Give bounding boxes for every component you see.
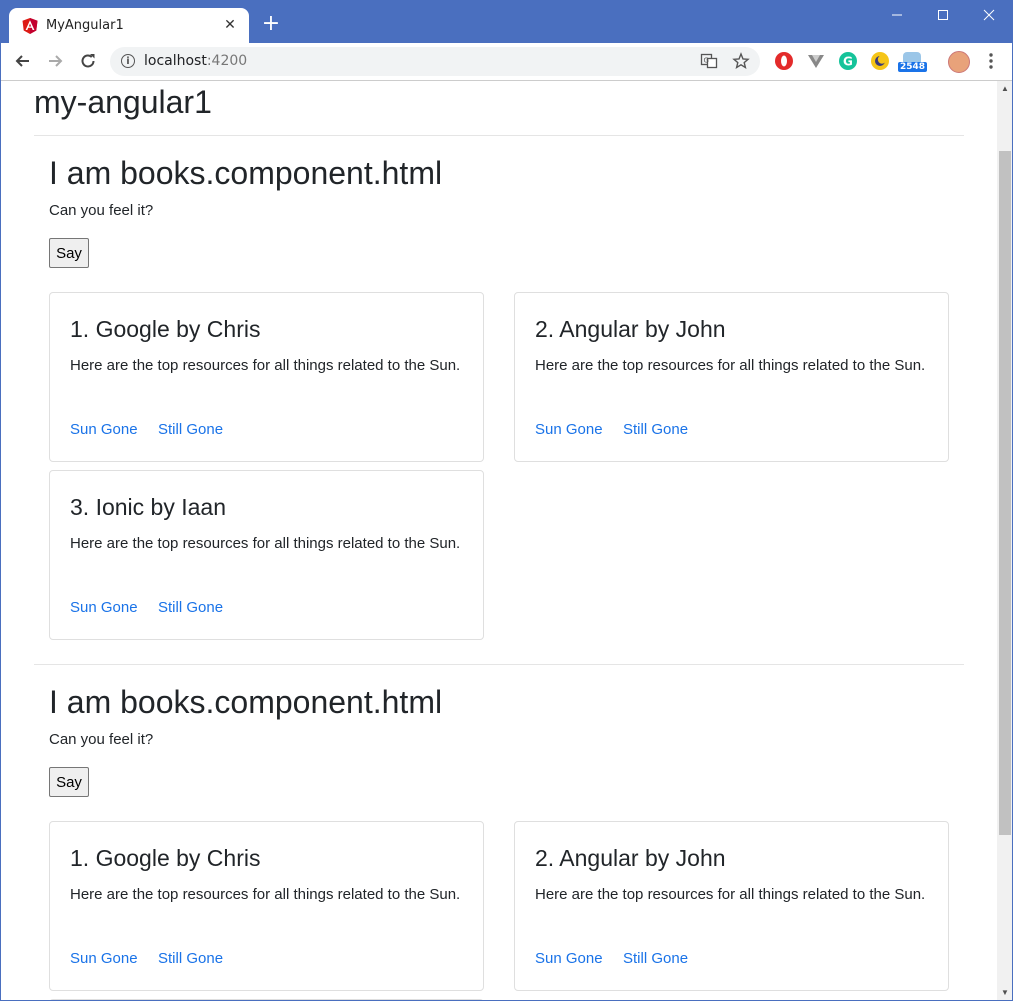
back-arrow-icon — [15, 55, 29, 67]
info-icon[interactable]: i — [121, 54, 135, 68]
book-card: 3. Ionic by Iaan Here are the top resour… — [49, 470, 484, 640]
book-card: 1. Google by Chris Here are the top reso… — [49, 292, 484, 462]
section-title: I am books.component.html — [49, 155, 443, 191]
card-text: Here are the top resources for all thing… — [70, 535, 461, 552]
book-card: 2. Angular by John Here are the top reso… — [514, 821, 949, 991]
sun-gone-link[interactable]: Sun Gone — [70, 949, 138, 969]
still-gone-link[interactable]: Still Gone — [158, 598, 223, 618]
svg-text:G: G — [843, 55, 853, 69]
section-subtitle: Can you feel it? — [49, 202, 154, 219]
sun-gone-link[interactable]: Sun Gone — [70, 420, 138, 440]
page-title: my-angular1 — [34, 84, 212, 120]
extension-badge: 2548 — [898, 62, 928, 72]
minimize-button[interactable] — [874, 0, 920, 30]
say-button[interactable]: Say — [49, 767, 89, 797]
window-close-button[interactable] — [966, 0, 1012, 30]
still-gone-link[interactable]: Still Gone — [158, 420, 223, 440]
still-gone-link[interactable]: Still Gone — [623, 949, 688, 969]
grammarly-extension-icon[interactable]: G — [839, 52, 857, 70]
reload-button[interactable] — [77, 50, 99, 72]
scrollbar-thumb[interactable] — [999, 151, 1011, 835]
maximize-button[interactable] — [920, 0, 966, 30]
title-bar: MyAngular1 ✕ + — [1, 0, 1012, 43]
divider — [34, 664, 964, 665]
new-tab-button[interactable]: + — [260, 13, 282, 35]
page-viewport: my-angular1 I am books.component.html Ca… — [1, 81, 997, 1000]
sun-gone-link[interactable]: Sun Gone — [535, 949, 603, 969]
say-button[interactable]: Say — [49, 238, 89, 268]
back-button[interactable] — [12, 50, 34, 72]
translate-icon[interactable]: G — [700, 52, 718, 70]
section-title: I am books.component.html — [49, 684, 443, 720]
kebab-menu-icon[interactable] — [983, 50, 999, 72]
opera-extension-icon[interactable] — [775, 52, 793, 70]
card-title: 1. Google by Chris — [70, 316, 261, 342]
scroll-down-icon[interactable]: ▼ — [997, 985, 1012, 1000]
card-text: Here are the top resources for all thing… — [535, 886, 926, 903]
moon-extension-icon[interactable] — [871, 52, 889, 70]
card-text: Here are the top resources for all thing… — [535, 357, 926, 374]
sun-gone-link[interactable]: Sun Gone — [70, 598, 138, 618]
reload-icon — [81, 54, 95, 68]
book-card: 1. Google by Chris Here are the top reso… — [49, 821, 484, 991]
window-close-icon — [983, 9, 995, 21]
minimize-icon — [892, 14, 902, 16]
maximize-icon — [938, 10, 948, 20]
scrollbar[interactable]: ▲ ▼ — [997, 81, 1012, 1000]
avatar[interactable] — [948, 51, 970, 73]
section-subtitle: Can you feel it? — [49, 731, 154, 748]
svg-text:G: G — [704, 57, 709, 65]
close-icon[interactable]: ✕ — [221, 16, 239, 34]
book-card: 2. Angular by John Here are the top reso… — [514, 292, 949, 462]
scroll-up-icon[interactable]: ▲ — [997, 81, 1012, 97]
browser-tab[interactable]: MyAngular1 ✕ — [9, 8, 249, 43]
address-bar[interactable]: i localhost:4200 G — [110, 47, 760, 76]
tab-title: MyAngular1 — [46, 18, 124, 33]
still-gone-link[interactable]: Still Gone — [623, 420, 688, 440]
url-text[interactable]: localhost:4200 — [144, 53, 247, 69]
card-title: 2. Angular by John — [535, 845, 726, 871]
card-text: Here are the top resources for all thing… — [70, 357, 461, 374]
forward-button[interactable] — [44, 50, 66, 72]
divider — [34, 135, 964, 136]
browser-window: MyAngular1 ✕ + i localhost:4200 G G 2548… — [0, 0, 1013, 1001]
star-icon[interactable] — [732, 52, 750, 70]
card-title: 3. Ionic by Iaan — [70, 494, 226, 520]
forward-arrow-icon — [49, 55, 63, 67]
card-title: 2. Angular by John — [535, 316, 726, 342]
card-text: Here are the top resources for all thing… — [70, 886, 461, 903]
still-gone-link[interactable]: Still Gone — [158, 949, 223, 969]
vue-extension-icon[interactable] — [807, 52, 825, 70]
card-title: 1. Google by Chris — [70, 845, 261, 871]
angular-icon — [22, 18, 38, 34]
sun-gone-link[interactable]: Sun Gone — [535, 420, 603, 440]
browser-toolbar: i localhost:4200 G G 2548 — [1, 43, 1012, 81]
